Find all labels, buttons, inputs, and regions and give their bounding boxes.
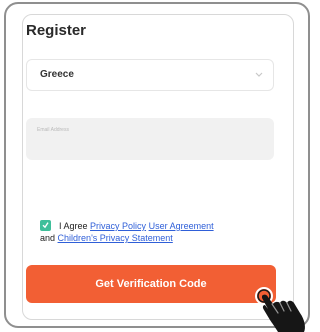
country-select[interactable]: Greece: [26, 59, 274, 91]
agreement-text-line1: I Agree Privacy Policy User Agreement: [59, 221, 214, 231]
country-value: Greece: [40, 69, 74, 80]
user-agreement-link[interactable]: User Agreement: [149, 221, 214, 231]
chevron-down-icon: [255, 72, 263, 77]
agree-prefix: I Agree: [59, 221, 88, 231]
childrens-privacy-link[interactable]: Children's Privacy Statement: [58, 233, 173, 243]
get-verification-code-button[interactable]: Get Verification Code: [26, 265, 276, 303]
agree-checkbox[interactable]: [40, 220, 51, 231]
agreement-text-line2: and Children's Privacy Statement: [40, 233, 173, 243]
check-icon: [42, 222, 49, 229]
email-placeholder: Email Address: [37, 127, 69, 133]
email-field[interactable]: [26, 118, 274, 160]
hand-pointer-icon: [255, 287, 305, 332]
page-title: Register: [26, 22, 87, 39]
agree-connector: and: [40, 233, 56, 243]
privacy-policy-link[interactable]: Privacy Policy: [90, 221, 146, 231]
